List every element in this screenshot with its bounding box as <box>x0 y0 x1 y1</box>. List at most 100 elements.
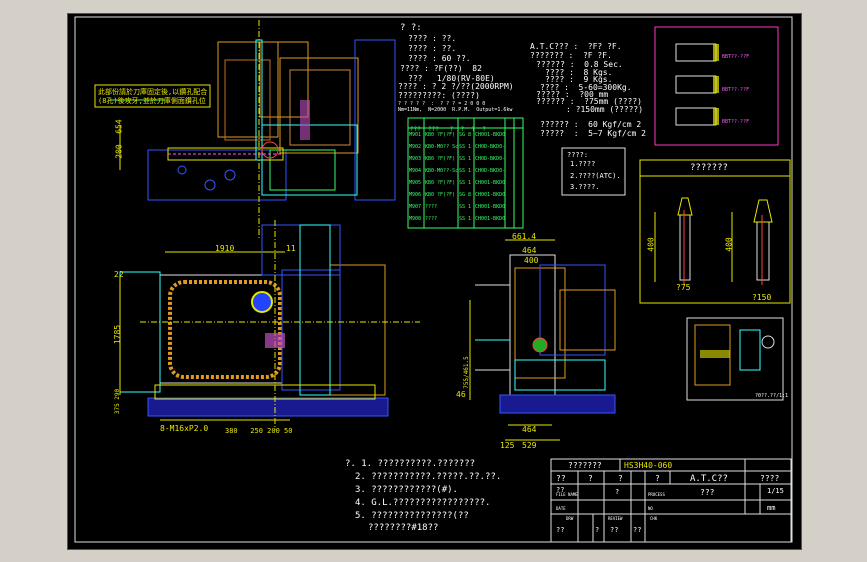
tb-r4-1: ? <box>595 526 600 534</box>
table-cell: CH001-BKD0-9 <box>475 180 505 186</box>
table-cell: KB0 ?F(?F) (BKD0?) ?? <box>425 180 458 186</box>
spec-left-7: ?????????: (????) <box>398 91 480 100</box>
detail-box <box>686 317 784 401</box>
tool-holder-box <box>654 26 779 146</box>
table-cell: CH0D-BKD0-2 <box>475 156 505 162</box>
table-cell: KB0-M0?? Scene ? (?F?) <box>425 144 458 150</box>
dim-464: 464 <box>522 246 537 255</box>
dim-plan-bottom: 380 250 200 50 <box>225 427 293 435</box>
tool-dia-left: ?75 <box>676 283 691 292</box>
pressure-2: ????? : 5~7 Kgf/cm 2 <box>540 129 646 138</box>
tb-r4-0: ?? <box>556 526 565 534</box>
table-cell: CH001-BKD0-1 <box>475 204 505 210</box>
holder-label-2: BBT??-??F <box>722 87 750 93</box>
note-4: 4. G.L.?????????????????. <box>355 498 491 508</box>
dim-529: 529 <box>522 441 537 450</box>
table-cell: SG 8 <box>459 192 472 198</box>
spec-small-2: Nm=11Nm, N=2000 R.P.M. Output=1.6kw <box>398 107 513 113</box>
dim-400: 400 <box>524 256 539 265</box>
holder-label-3: BBT??-??F <box>722 119 750 125</box>
table-cell: CH001-BKD0-2 <box>475 216 505 222</box>
pressure-1: ?????? : 60 Kgf/cm 2 <box>540 120 642 129</box>
tb-review: REVIEW <box>608 516 623 521</box>
table-cell: M908 <box>409 216 422 222</box>
table-cell: ???? <box>425 216 438 222</box>
tool-dimension-box <box>639 159 791 304</box>
spec-right-9: : ?150mm (?????) <box>566 105 644 114</box>
note-1: ?. 1. ??????????.??????? <box>345 459 476 469</box>
note-box-4: 3.????. <box>570 183 600 191</box>
tb-code: HS3H40-060 <box>624 461 673 470</box>
dim-6614: 661.4 <box>512 232 537 241</box>
tb-r4-2: ?? <box>610 526 619 534</box>
spec-right-2: ??????? : ?F ?F. <box>530 51 612 60</box>
tb-no: NO <box>648 506 653 511</box>
spec-left-3: ???? : 60 ??. <box>408 54 471 63</box>
table-cell: KB0 ?F(?F) ?-?, ? <box>425 132 458 138</box>
table-cell: CH0D-BKD0-8 <box>475 144 505 150</box>
tb-r1-2: ? <box>618 474 623 483</box>
tb-r2-1: ? <box>615 488 620 496</box>
spec-left-6: ???? : ? 2 ?/??(2000RPM) <box>398 82 514 91</box>
dim-thread: 8-M16xP2.0 <box>160 424 209 433</box>
tool-box-title: ??????? <box>690 163 728 173</box>
tool-dim-left: 400 <box>646 237 656 252</box>
dim-125: 125 <box>500 441 515 450</box>
table-cell: SG 8 <box>459 132 472 138</box>
table-header: ??? ??? ? ? ? ? <box>410 126 486 133</box>
table-cell: SS 1 <box>459 204 472 210</box>
table-cell: CH0D-BKD0-3 <box>475 168 505 174</box>
tb-r1-1: ? <box>588 474 593 483</box>
tb-r1-right: ???? <box>760 474 780 483</box>
table-cell: SS 1 <box>459 216 472 222</box>
dim-22: 22 <box>114 270 124 279</box>
detail-label: ?0??.??/1:1 <box>755 393 789 399</box>
tb-chk: CHK <box>650 516 658 521</box>
dim-654: 654 <box>114 119 124 134</box>
table-cell: M903 <box>409 156 422 162</box>
note-2: 2. ???????????.?????.??.??. <box>355 472 502 482</box>
table-cell: KB0-M0??-Scene ? (?F ?) <box>425 168 458 174</box>
table-cell: SS 1 <box>459 180 472 186</box>
tb-date: DATE <box>556 506 566 511</box>
table-cell: CH001-BKD0-1 <box>475 132 505 138</box>
tool-dim-right: 400 <box>724 237 734 252</box>
tb-r2-0: ?? <box>556 486 565 494</box>
table-cell: ???? <box>425 204 438 210</box>
holder-label-1: BBT??-??F <box>722 54 750 60</box>
tb-drw: DRW <box>566 516 574 521</box>
table-cell: M904 <box>409 168 422 174</box>
note-box-1: ????: <box>567 151 589 159</box>
tb-r4-3: ?? <box>633 526 642 534</box>
note-box-2: 1.???? <box>570 160 596 168</box>
dim-46: 46 <box>456 390 466 399</box>
side-view <box>469 239 616 441</box>
table-cell: M901 <box>409 132 422 138</box>
dim-11: 11 <box>286 244 296 253</box>
chinese-label-2: (8孔)後攻牙,並於刀庫側面鑽孔位 <box>98 97 206 105</box>
spec-left-4: ???? : ?F(??) 82 <box>400 64 482 73</box>
note-5: 5. ???????????????(?? <box>355 511 469 521</box>
dim-1910: 1910 <box>215 244 235 253</box>
dim-464b: 464 <box>522 425 537 434</box>
tb-name: ??????? <box>568 461 602 470</box>
table-cell: M902 <box>409 144 422 150</box>
tool-dia-right: ?150 <box>752 293 772 302</box>
note-6: ????????#18?? <box>368 523 439 533</box>
dim-755: 755/461.5 <box>462 356 470 389</box>
table-cell: M905 <box>409 180 422 186</box>
spec-right-1: A.T.C??? : ?F? ?F. <box>530 42 622 51</box>
top-machine-view <box>94 20 396 240</box>
table-cell: SS 1 <box>459 144 472 150</box>
spec-header-title: ? ?: <box>400 23 422 33</box>
table-cell: KB0 ?F(?F) (BKD0?) ? ? <box>425 156 458 162</box>
tb-unit: mm <box>767 504 776 512</box>
tb-atc: A.T.C?? <box>690 474 728 484</box>
table-cell: CH001-BKD0-4 <box>475 192 505 198</box>
table-cell: M906 <box>409 192 422 198</box>
table-cell: KB0 ?F(?F) ? ? <box>425 192 458 198</box>
plan-view <box>119 220 420 430</box>
tb-process: PROCESS <box>648 492 665 497</box>
tb-scale: 1/15 <box>767 487 784 495</box>
title-block <box>550 458 792 543</box>
